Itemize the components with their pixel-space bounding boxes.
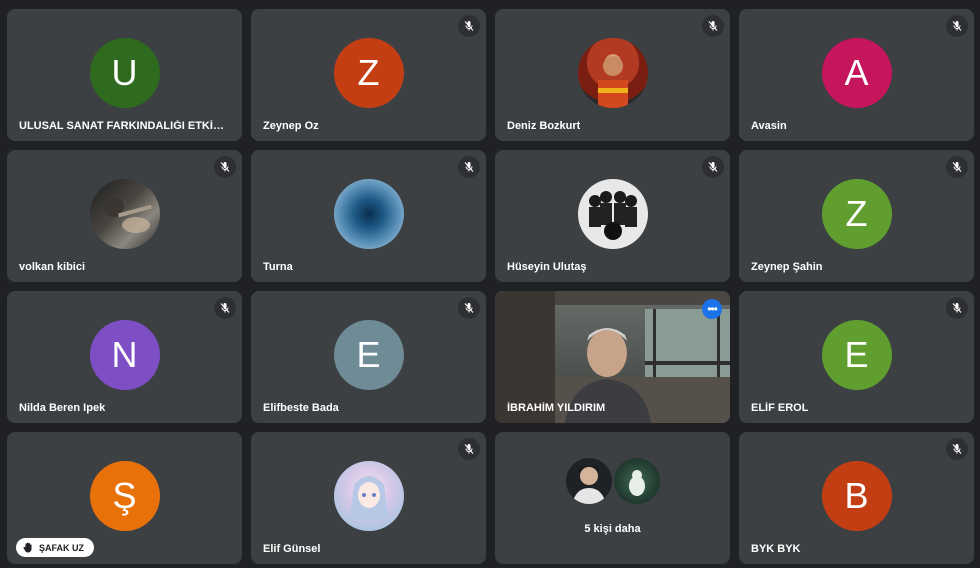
mic-off-icon bbox=[214, 156, 236, 178]
participant-name: volkan kibici bbox=[19, 261, 86, 273]
violinist-photo bbox=[89, 179, 160, 249]
mic-off-icon bbox=[458, 297, 480, 319]
avatar: Z bbox=[821, 179, 892, 249]
others-avatars bbox=[495, 458, 730, 504]
participant-tile[interactable]: Z Zeynep Oz bbox=[251, 9, 486, 141]
mic-off-icon bbox=[214, 297, 236, 319]
participant-tile[interactable]: A Avasin bbox=[739, 9, 974, 141]
presenter-name: ŞAFAK UZ bbox=[39, 542, 84, 553]
presenter-chip[interactable]: ŞAFAK UZ bbox=[16, 538, 94, 557]
mic-off-icon bbox=[946, 156, 968, 178]
participant-grid: U ULUSAL SANAT FARKINDALIĞI ETKİNLİ... Z… bbox=[7, 9, 974, 564]
participant-name: Nilda Beren Ipek bbox=[19, 402, 106, 414]
participant-tile[interactable]: Z Zeynep Şahin bbox=[739, 150, 974, 282]
mic-off-icon bbox=[946, 297, 968, 319]
participant-name: Elif Günsel bbox=[263, 543, 321, 555]
anime-girl-photo bbox=[333, 461, 404, 531]
participant-tile[interactable]: U ULUSAL SANAT FARKINDALIĞI ETKİNLİ... bbox=[7, 9, 242, 141]
participant-tile[interactable]: volkan kibici bbox=[7, 150, 242, 282]
mic-off-icon bbox=[946, 15, 968, 37]
participant-tile[interactable]: E ELİF EROL bbox=[739, 291, 974, 423]
mic-off-icon bbox=[458, 438, 480, 460]
participant-tile[interactable]: E Elifbeste Bada bbox=[251, 291, 486, 423]
mic-off-icon bbox=[702, 156, 724, 178]
mic-off-icon bbox=[458, 156, 480, 178]
avatar: Z bbox=[333, 38, 404, 108]
hand-icon bbox=[23, 542, 32, 553]
avatar: U bbox=[89, 38, 160, 108]
beatles-photo bbox=[577, 179, 648, 249]
mic-off-icon bbox=[702, 15, 724, 37]
others-tile[interactable]: 5 kişi daha bbox=[495, 432, 730, 564]
mic-off-icon bbox=[458, 15, 480, 37]
participant-tile[interactable]: B BYK BYK bbox=[739, 432, 974, 564]
participant-name: Avasin bbox=[751, 120, 787, 132]
more-participants-text: 5 kişi daha bbox=[584, 523, 641, 535]
participant-name: Hüseyin Ulutaş bbox=[507, 261, 587, 273]
avatar: Ş bbox=[89, 461, 160, 531]
active-speaker-tile[interactable]: ••• İBRAHİM YILDIRIM bbox=[495, 291, 730, 423]
more-options-icon[interactable]: ••• bbox=[702, 299, 722, 319]
mini-avatar-photo bbox=[613, 458, 660, 504]
participant-name: Zeynep Oz bbox=[263, 120, 319, 132]
participant-name: Turna bbox=[263, 261, 293, 273]
participant-name: İBRAHİM YILDIRIM bbox=[507, 402, 606, 414]
participant-tile[interactable]: Deniz Bozkurt bbox=[495, 9, 730, 141]
participant-name: Zeynep Şahin bbox=[751, 261, 823, 273]
participant-name: ELİF EROL bbox=[751, 402, 809, 414]
avatar: B bbox=[821, 461, 892, 531]
avatar: N bbox=[89, 320, 160, 390]
participant-name: Deniz Bozkurt bbox=[507, 120, 581, 132]
participant-tile[interactable]: N Nilda Beren Ipek bbox=[7, 291, 242, 423]
mic-off-icon bbox=[946, 438, 968, 460]
blue-gradient-photo bbox=[333, 179, 404, 249]
avatar: A bbox=[821, 38, 892, 108]
participant-name: ULUSAL SANAT FARKINDALIĞI ETKİNLİ... bbox=[19, 120, 229, 132]
participant-name: BYK BYK bbox=[751, 543, 801, 555]
mini-avatar-photo bbox=[565, 458, 612, 504]
participant-tile[interactable]: Turna bbox=[251, 150, 486, 282]
avatar: E bbox=[821, 320, 892, 390]
participant-name: Elifbeste Bada bbox=[263, 402, 339, 414]
avatar: E bbox=[333, 320, 404, 390]
participant-tile[interactable]: Elif Günsel bbox=[251, 432, 486, 564]
participant-tile[interactable]: Hüseyin Ulutaş bbox=[495, 150, 730, 282]
football-player-photo bbox=[577, 38, 648, 108]
